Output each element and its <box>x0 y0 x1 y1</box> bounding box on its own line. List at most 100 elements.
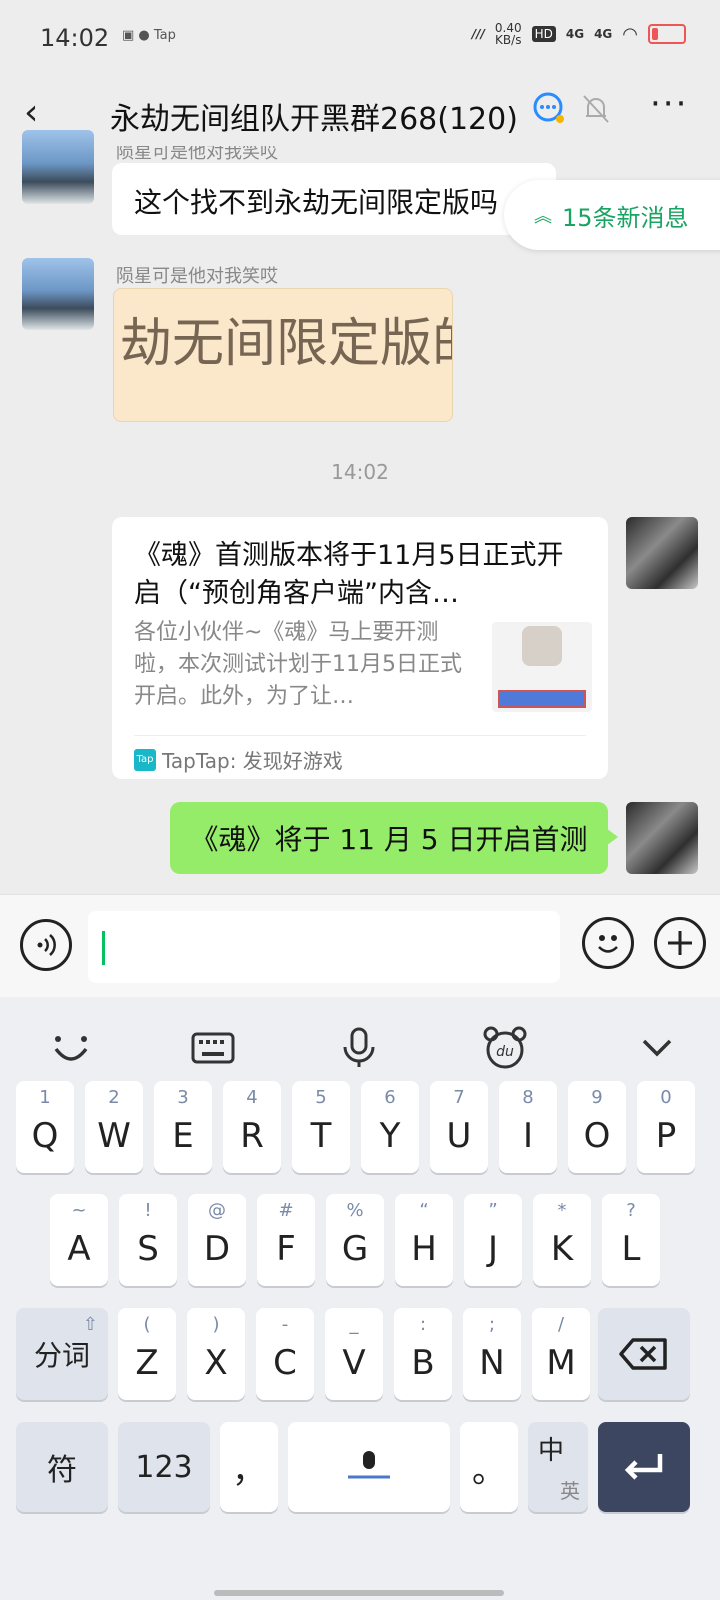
key-o[interactable]: 9O <box>568 1081 626 1173</box>
enter-key[interactable] <box>598 1422 690 1512</box>
mic-tool-icon[interactable] <box>336 1025 382 1080</box>
key-secondary-label: 7 <box>453 1087 465 1108</box>
key-label: P <box>655 1116 677 1156</box>
key-g[interactable]: % G <box>326 1194 384 1286</box>
key-label: E <box>172 1116 194 1156</box>
key-k[interactable]: * K <box>533 1194 591 1286</box>
message-bubble-sent[interactable]: 《魂》将于 11 月 5 日开启首测 <box>170 802 608 874</box>
key-v[interactable]: _ V <box>325 1308 383 1400</box>
game-logo-icon <box>522 626 562 666</box>
key-w[interactable]: 2W <box>85 1081 143 1173</box>
more-icon[interactable]: ··· <box>650 84 688 124</box>
key-label: M <box>546 1343 576 1383</box>
key-c[interactable]: -C <box>256 1308 314 1400</box>
key-x[interactable]: ) X <box>187 1308 245 1400</box>
net-speed: 0.40 KB/s <box>494 21 522 47</box>
key-secondary-label: 4 <box>246 1087 258 1108</box>
keyboard-tool-icon[interactable] <box>190 1025 236 1080</box>
muted-bell-icon[interactable] <box>582 94 610 130</box>
key-label: W <box>97 1116 131 1156</box>
key-secondary-label: 6 <box>384 1087 396 1108</box>
card-source: Tap TapTap: 发现好游戏 <box>134 745 343 774</box>
key-label: O <box>583 1116 611 1156</box>
voice-wave-icon[interactable] <box>20 919 72 971</box>
number-key[interactable]: 123 <box>118 1422 210 1512</box>
key-secondary-label: % <box>346 1200 364 1221</box>
home-indicator[interactable] <box>214 1590 504 1596</box>
avatar[interactable] <box>22 130 94 204</box>
key-secondary-label: ) <box>212 1314 220 1335</box>
avatar[interactable] <box>22 258 94 330</box>
avatar[interactable] <box>626 802 698 874</box>
back-chevron-icon[interactable]: ‹ <box>24 92 38 133</box>
svg-text:du: du <box>496 1044 514 1060</box>
key-label: R <box>240 1116 264 1156</box>
key-s[interactable]: ! S <box>119 1194 177 1286</box>
key-z[interactable]: (Z <box>118 1308 176 1400</box>
space-key[interactable] <box>288 1422 450 1512</box>
key-e[interactable]: 3E <box>154 1081 212 1173</box>
key-secondary-label: 9 <box>591 1087 603 1108</box>
key-label: I <box>522 1116 534 1156</box>
key-q[interactable]: 1Q <box>16 1081 74 1173</box>
key-i[interactable]: 8I <box>499 1081 557 1173</box>
key-j[interactable]: ” J <box>464 1194 522 1286</box>
key-secondary-label: 2 <box>108 1087 120 1108</box>
bubble-tail <box>606 828 618 846</box>
language-switch-key[interactable]: 中 英 <box>528 1422 588 1512</box>
image-message[interactable]: 劫无间限定版的 <box>113 288 453 422</box>
smiley-icon[interactable] <box>582 917 634 969</box>
key-p[interactable]: 0P <box>637 1081 695 1173</box>
4g-signal-icon-2: 4G <box>594 27 613 41</box>
key-label: F <box>276 1229 296 1269</box>
key-secondary-label: 5 <box>315 1087 327 1108</box>
plus-circle-icon[interactable] <box>654 917 706 969</box>
du-bear-tool-icon[interactable]: du <box>482 1025 528 1080</box>
key-h[interactable]: “H <box>395 1194 453 1286</box>
key-l[interactable]: ? L <box>602 1194 660 1286</box>
key-d[interactable]: @ D <box>188 1194 246 1286</box>
chat-title: 永劫无间组队开黑群268(120) <box>110 102 518 137</box>
enter-icon <box>624 1454 663 1480</box>
key-label: L <box>621 1229 641 1269</box>
key-a[interactable]: ~ A <box>50 1194 108 1286</box>
key-b[interactable]: :B <box>394 1308 452 1400</box>
new-messages-button[interactable]: ︽ 15条新消息 <box>504 180 720 250</box>
comma-key[interactable]: ， <box>220 1422 278 1512</box>
key-u[interactable]: 7U <box>430 1081 488 1173</box>
key-secondary-label: ! <box>144 1200 152 1221</box>
key-secondary-label: _ <box>349 1314 359 1335</box>
shift-arrow-icon: ⇧ <box>82 1314 98 1335</box>
card-description: 各位小伙伴~《魂》马上要开测啦，本次测试计划于11月5日正式开启。此外，为了让… <box>134 620 462 709</box>
thumbnail-button-graphic <box>498 690 586 708</box>
backspace-key[interactable] <box>598 1308 690 1400</box>
key-f[interactable]: # F <box>257 1194 315 1286</box>
key-label: T <box>310 1116 332 1156</box>
timestamp: 14:02 <box>331 460 389 484</box>
collapse-chevron-icon[interactable] <box>634 1025 680 1080</box>
card-title: 《魂》首测版本将于11月5日正式开启（“预创角客户端”内含… <box>134 540 564 609</box>
key-m[interactable]: / M <box>532 1308 590 1400</box>
key-label: V <box>342 1343 366 1383</box>
key-r[interactable]: 4R <box>223 1081 281 1173</box>
chat-bubble-icon[interactable] <box>530 90 568 136</box>
status-app-indicator: ▣ ● Tap <box>122 28 176 43</box>
message-bubble[interactable]: 这个找不到永劫无间限定版吗 <box>112 163 556 235</box>
key-t[interactable]: 5T <box>292 1081 350 1173</box>
shift-key[interactable]: ⇧ 分词 <box>16 1308 108 1400</box>
key-secondary-label: 0 <box>660 1087 672 1108</box>
symbol-key[interactable]: 符 <box>16 1422 108 1512</box>
message-input[interactable] <box>88 911 560 983</box>
key-y[interactable]: 6Y <box>361 1081 419 1173</box>
key-secondary-label: ” <box>488 1200 498 1221</box>
key-secondary-label: ; <box>488 1314 496 1335</box>
key-n[interactable]: ; N <box>463 1308 521 1400</box>
4g-signal-icon-1: 4G <box>565 27 585 41</box>
link-card[interactable]: 《魂》首测版本将于11月5日正式开启（“预创角客户端”内含… 各位小伙伴~《魂》… <box>112 517 608 779</box>
avatar[interactable] <box>626 517 698 589</box>
card-thumbnail <box>492 622 592 712</box>
period-key[interactable]: 。 <box>460 1422 518 1512</box>
key-label: C <box>273 1343 297 1383</box>
smile-tool-icon[interactable] <box>48 1025 94 1080</box>
key-label: K <box>550 1229 574 1269</box>
